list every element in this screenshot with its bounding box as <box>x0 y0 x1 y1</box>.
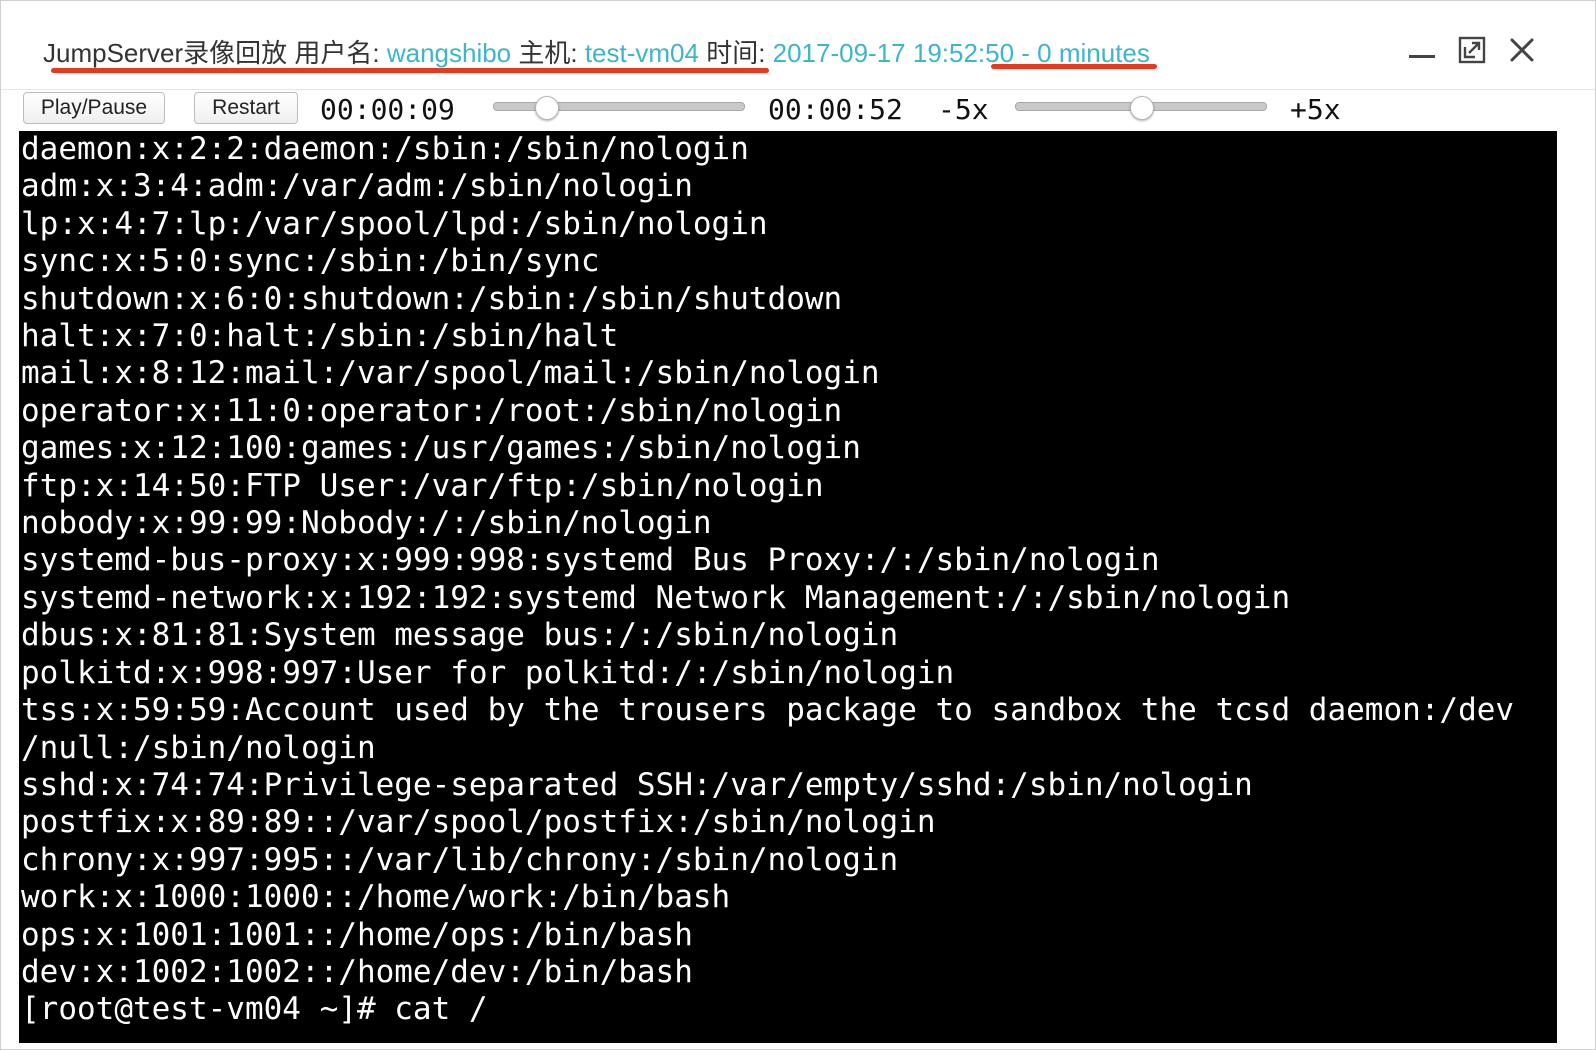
terminal-line: dbus:x:81:81:System message bus:/:/sbin/… <box>21 617 899 654</box>
close-button[interactable] <box>1503 31 1541 69</box>
maximize-button[interactable] <box>1453 31 1491 69</box>
current-time: 00:00:09 <box>320 93 455 126</box>
replay-window: JumpServer录像回放 用户名: wangshibo 主机: test-v… <box>0 0 1596 1050</box>
title-bar: JumpServer录像回放 用户名: wangshibo 主机: test-v… <box>1 1 1595 90</box>
progress-thumb[interactable] <box>534 96 559 120</box>
restart-button[interactable]: Restart <box>194 92 298 124</box>
terminal-line: lp:x:4:7:lp:/var/spool/lpd:/sbin/nologin <box>21 205 768 242</box>
terminal-line: ftp:x:14:50:FTP User:/var/ftp:/sbin/nolo… <box>21 467 824 504</box>
close-icon <box>1510 38 1534 62</box>
terminal-line: work:x:1000:1000::/home/work:/bin/bash <box>21 879 731 916</box>
speed-slider[interactable] <box>1015 96 1267 122</box>
total-time: 00:00:52 <box>768 93 903 126</box>
username-value: wangshibo <box>386 38 512 68</box>
terminal-line: systemd-network:x:192:192:systemd Networ… <box>21 579 1291 616</box>
speed-min-label: -5x <box>938 93 989 126</box>
title-prefix: JumpServer录像回放 用户名: <box>43 38 387 68</box>
window-title: JumpServer录像回放 用户名: wangshibo 主机: test-v… <box>43 33 1150 69</box>
terminal-line: sshd:x:74:74:Privilege-separated SSH:/va… <box>21 766 1253 803</box>
annotation-underline-time <box>991 64 1157 69</box>
speed-max-label: +5x <box>1290 93 1341 126</box>
annotation-underline-user-host <box>51 68 769 73</box>
terminal-output: daemon:x:2:2:daemon:/sbin:/sbin/nologin … <box>19 131 1557 1029</box>
expand-icon <box>1458 36 1486 64</box>
progress-slider[interactable] <box>493 96 745 122</box>
terminal-line: polkitd:x:998:997:User for polkitd:/:/sb… <box>21 654 955 691</box>
minimize-button[interactable] <box>1403 31 1441 69</box>
progress-track <box>493 102 745 111</box>
terminal-line: shutdown:x:6:0:shutdown:/sbin:/sbin/shut… <box>21 280 843 317</box>
terminal-line: nobody:x:99:99:Nobody:/:/sbin/nologin <box>21 505 712 542</box>
terminal-line: games:x:12:100:games:/usr/games:/sbin/no… <box>21 430 861 467</box>
minimize-icon <box>1409 55 1435 58</box>
player-toolbar: Play/Pause Restart 00:00:09 00:00:52 -5x… <box>1 90 1595 132</box>
play-pause-button[interactable]: Play/Pause <box>23 92 165 124</box>
host-label: 主机: <box>511 38 585 68</box>
terminal-screen[interactable]: daemon:x:2:2:daemon:/sbin:/sbin/nologin … <box>19 131 1557 1043</box>
terminal-line: operator:x:11:0:operator:/root:/sbin/nol… <box>21 392 843 429</box>
terminal-line: adm:x:3:4:adm:/var/adm:/sbin/nologin <box>21 168 693 205</box>
terminal-line: systemd-bus-proxy:x:999:998:systemd Bus … <box>21 542 1160 579</box>
terminal-line: chrony:x:997:995::/var/lib/chrony:/sbin/… <box>21 841 899 878</box>
terminal-line: postfix:x:89:89::/var/spool/postfix:/sbi… <box>21 804 936 841</box>
terminal-line: mail:x:8:12:mail:/var/spool/mail:/sbin/n… <box>21 355 880 392</box>
terminal-line: daemon:x:2:2:daemon:/sbin:/sbin/nologin <box>21 131 749 167</box>
host-value: test-vm04 <box>584 38 699 68</box>
terminal-line: halt:x:7:0:halt:/sbin:/sbin/halt <box>21 318 619 355</box>
speed-thumb[interactable] <box>1130 96 1154 120</box>
terminal-line: tss:x:59:59:Account used by the trousers… <box>21 692 1515 729</box>
terminal-line: sync:x:5:0:sync:/sbin:/bin/sync <box>21 243 600 280</box>
terminal-line: /null:/sbin/nologin <box>21 729 376 766</box>
terminal-line: dev:x:1002:1002::/home/dev:/bin/bash <box>21 953 693 990</box>
time-label: 时间: <box>698 38 773 68</box>
terminal-line: [root@test-vm04 ~]# cat / <box>21 991 488 1028</box>
terminal-line: ops:x:1001:1001::/home/ops:/bin/bash <box>21 916 693 953</box>
